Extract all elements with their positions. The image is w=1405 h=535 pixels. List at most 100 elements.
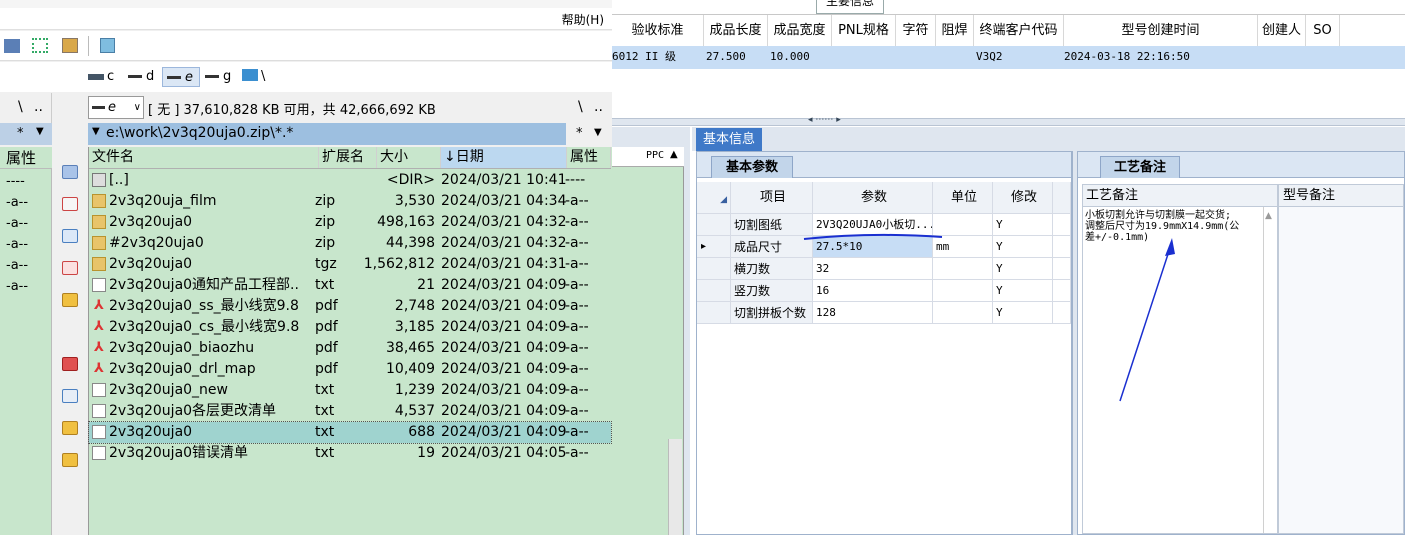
file-ext: zip	[315, 214, 336, 230]
file-name: 2v3q20uja0_new	[109, 382, 228, 398]
column-header-name[interactable]: 文件名	[89, 147, 319, 168]
drive-c-label: c	[107, 69, 115, 84]
file-row[interactable]: 2v3q20uja0通知产品工程部.. txt 21 2024/03/21 04:09…	[89, 275, 611, 296]
move-icon[interactable]	[62, 261, 78, 275]
file-size: 44,398	[386, 235, 435, 251]
file-size: 21	[417, 277, 435, 293]
file-row[interactable]: [..] <DIR> 2024/03/21 10:41 ----	[89, 170, 611, 191]
left-attr-value: -a--	[6, 258, 29, 273]
unpack-icon[interactable]	[4, 39, 20, 53]
file-ext: txt	[315, 424, 335, 440]
file-row[interactable]: ⅄ 2v3q20uja0_biaozhu pdf 38,465 2024/03/21 0…	[89, 338, 611, 359]
file-date: 2024/03/21 10:41	[441, 172, 567, 188]
file-size: 3,530	[394, 193, 435, 209]
underline-annotation	[803, 233, 943, 240]
left-attr-value: -a--	[6, 195, 29, 210]
menu-help[interactable]: 帮助(H)	[562, 11, 604, 28]
file-size: 10,409	[386, 361, 435, 377]
chevron-down-icon[interactable]: ▼	[36, 126, 44, 137]
left-attr-header[interactable]: 属性	[0, 147, 52, 169]
drive-d-button[interactable]: d	[128, 68, 154, 86]
file-attr: -a--	[565, 340, 589, 356]
new-folder-icon[interactable]	[62, 389, 78, 403]
drive-combo[interactable]: e ∨	[88, 96, 144, 119]
file-row[interactable]: #2v3q20uja0 zip 44,398 2024/03/21 04:32 -a--	[89, 233, 611, 254]
folder-icon[interactable]	[62, 293, 78, 307]
chevron-down-icon: ▼	[594, 127, 602, 138]
file-row[interactable]: 2v3q20uja0 zip 498,163 2024/03/21 04:32 -a--	[89, 212, 611, 233]
view-icon[interactable]	[62, 165, 78, 179]
pdf-icon: ⅄	[94, 298, 104, 313]
sync-icon[interactable]	[62, 38, 78, 53]
free-space-info: [ 无 ] 37,610,828 KB 可用，共 42,666,692 KB	[148, 103, 436, 118]
file-attr: -a--	[565, 277, 589, 293]
pdf-icon: ⅄	[94, 361, 104, 376]
file-row[interactable]: ⅄ 2v3q20uja0_drl_map pdf 10,409 2024/03/21 0…	[89, 359, 611, 380]
column-header-size[interactable]: 大小	[377, 147, 441, 168]
column-header-attr[interactable]: 属性	[567, 147, 611, 168]
file-date: 2024/03/21 04:09	[441, 298, 567, 314]
left-file-list: 属性 ---- -a-- -a-- -a-- -a-- -a--	[0, 147, 52, 535]
folder-icon[interactable]	[62, 421, 78, 435]
folder-icon[interactable]	[62, 453, 78, 467]
file-row[interactable]: 2v3q20uja_film zip 3,530 2024/03/21 04:34 -a…	[89, 191, 611, 212]
right-up-button[interactable]: ..	[594, 99, 603, 115]
file-row[interactable]: 2v3q20uja0 txt 688 2024/03/21 04:09 -a--	[88, 421, 612, 444]
path-bar: ▼ e:\work\2v3q20uja0.zip\*.* * ▼	[88, 123, 612, 145]
file-ext: pdf	[315, 298, 338, 314]
chevron-down-icon[interactable]: ▼	[92, 126, 100, 137]
column-header-date[interactable]: ↓日期	[441, 147, 567, 168]
drive-bar: c d e g \	[0, 62, 612, 92]
file-ext: txt	[315, 277, 335, 293]
file-attr: -a--	[565, 424, 589, 440]
file-date: 2024/03/21 04:34	[441, 193, 567, 209]
file-attr: ----	[565, 172, 586, 188]
left-attr-value: -a--	[6, 237, 29, 252]
file-name: 2v3q20uja_film	[109, 193, 217, 209]
file-row[interactable]: 2v3q20uja0 tgz 1,562,812 2024/03/21 04:31 -a…	[89, 254, 611, 275]
left-attr-value: -a--	[6, 279, 29, 294]
drive-g-button[interactable]: g	[205, 68, 231, 86]
column-header-ext[interactable]: 扩展名	[319, 147, 377, 168]
tree-icon[interactable]	[32, 38, 48, 53]
drive-g-label: g	[223, 69, 232, 84]
filter-box[interactable]: * ▼	[566, 123, 612, 145]
file-row[interactable]: ⅄ 2v3q20uja0_ss_最小线宽9.8 pdf 2,748 2024/03/21…	[89, 296, 611, 317]
drive-combo-value: e	[108, 100, 116, 115]
file-ext: txt	[315, 445, 335, 461]
right-root-button[interactable]: \	[578, 99, 583, 115]
file-date: 2024/03/21 04:32	[441, 214, 567, 230]
pdf-icon: ⅄	[94, 340, 104, 355]
edit-icon[interactable]	[62, 197, 78, 211]
file-ext: txt	[315, 382, 335, 398]
drive-e-button[interactable]: e	[162, 67, 200, 87]
file-ext: zip	[315, 235, 336, 251]
left-root-button[interactable]: \	[18, 99, 23, 115]
left-filter[interactable]: *	[17, 126, 24, 141]
toolbar	[0, 31, 612, 61]
file-date: 2024/03/21 04:05	[441, 445, 567, 461]
network-drive-button[interactable]: \	[242, 68, 265, 86]
menu-bar: 帮助(H)	[0, 8, 612, 30]
annotation-overlay	[803, 233, 1175, 402]
chevron-down-icon: ∨	[133, 102, 141, 113]
file-size: 3,185	[394, 319, 435, 335]
drive-c-button[interactable]: c	[88, 68, 114, 86]
file-attr: -a--	[565, 235, 589, 251]
current-path[interactable]: e:\work\2v3q20uja0.zip\*.*	[106, 125, 293, 141]
file-size: 1,562,812	[363, 256, 435, 272]
file-attr: -a--	[565, 256, 589, 272]
file-date: 2024/03/21 04:09	[441, 361, 567, 377]
file-size: 688	[408, 424, 435, 440]
network-drive-label: \	[261, 69, 266, 84]
file-row[interactable]: 2v3q20uja0各层更改清单 txt 4,537 2024/03/21 04:09…	[89, 401, 611, 422]
notepad-icon[interactable]	[100, 38, 115, 53]
drive-icon	[167, 76, 181, 79]
file-row[interactable]: 2v3q20uja0错误清单 txt 19 2024/03/21 04:05 -a--	[89, 443, 611, 464]
file-name: 2v3q20uja0	[109, 424, 193, 440]
gift-icon[interactable]	[62, 357, 78, 371]
file-row[interactable]: 2v3q20uja0_new txt 1,239 2024/03/21 04:09 -a…	[89, 380, 611, 401]
left-up-button[interactable]: ..	[34, 99, 43, 115]
file-row[interactable]: ⅄ 2v3q20uja0_cs_最小线宽9.8 pdf 3,185 2024/03/21…	[89, 317, 611, 338]
copy-icon[interactable]	[62, 229, 78, 243]
